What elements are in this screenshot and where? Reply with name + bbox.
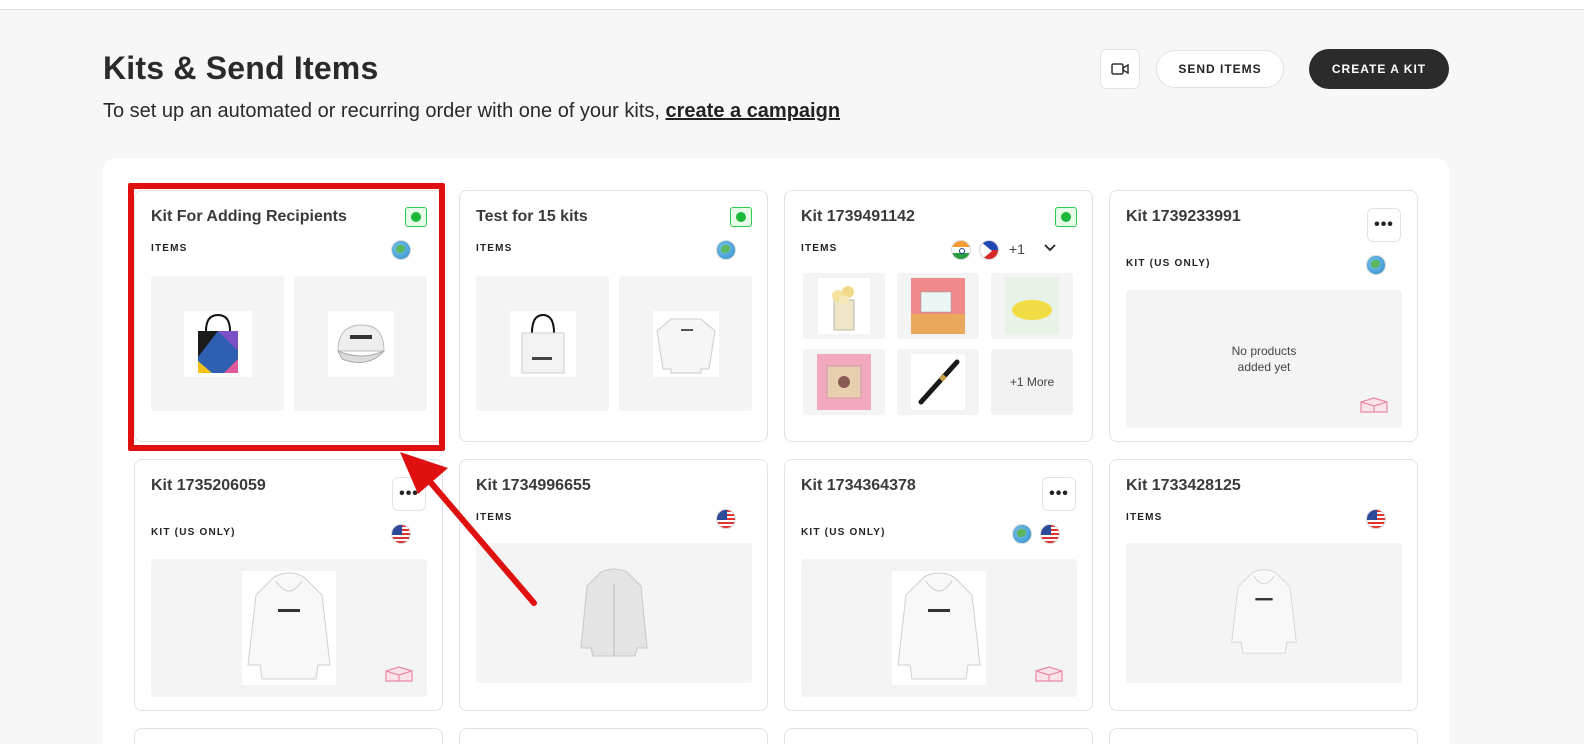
kit-type-label: KIT (US ONLY)	[1126, 258, 1211, 269]
tote-bag-icon	[183, 310, 252, 377]
kit-type-label: ITEMS	[801, 243, 838, 254]
product-thumb-tote[interactable]	[151, 276, 284, 411]
product-thumb-jacket[interactable]	[476, 543, 752, 683]
kit-title: Kit 1734364378	[801, 477, 916, 494]
product-thumb-eye-mask[interactable]	[991, 273, 1073, 339]
product-thumb-tote[interactable]	[476, 276, 609, 411]
kit-card[interactable]: Kit 1739491142 ITEMS +1 +1 More	[784, 190, 1093, 442]
more-options-button[interactable]: •••	[1367, 208, 1401, 242]
kit-type-label: ITEMS	[151, 243, 188, 254]
chevron-down-icon[interactable]	[1043, 240, 1057, 257]
kit-title: Test for 15 kits	[476, 208, 588, 225]
page-title: Kits & Send Items	[103, 50, 379, 86]
kit-type-label: KIT (US ONLY)	[151, 527, 236, 538]
kit-card[interactable]	[459, 728, 768, 744]
product-thumb-gift-card[interactable]	[897, 273, 979, 339]
kit-card[interactable]	[1109, 728, 1418, 744]
eye-mask-icon	[1005, 278, 1059, 334]
globe-icon	[716, 240, 736, 260]
more-options-button[interactable]: •••	[392, 477, 426, 511]
ellipsis-icon: •••	[1374, 216, 1394, 233]
philippines-flag-icon	[979, 240, 999, 260]
gift-card-icon	[911, 278, 965, 334]
us-flag-icon	[1366, 509, 1386, 529]
product-thumb-hoodie[interactable]	[1126, 543, 1402, 683]
kit-card[interactable]: Kit 1733428125 ITEMS	[1109, 459, 1418, 711]
kit-type-label: ITEMS	[476, 243, 513, 254]
kit-card[interactable]: Kit 1734364378 ••• KIT (US ONLY)	[784, 459, 1093, 711]
tote-bag-icon	[509, 310, 576, 377]
send-items-button[interactable]: SEND ITEMS	[1156, 50, 1284, 88]
create-campaign-link[interactable]: create a campaign	[666, 100, 841, 122]
active-status-icon[interactable]	[1055, 207, 1077, 227]
kit-type-label: ITEMS	[476, 512, 513, 523]
kit-title: Kit 1735206059	[151, 477, 266, 494]
us-flag-icon	[716, 509, 736, 529]
globe-icon	[391, 240, 411, 260]
gift-box-icon	[817, 354, 871, 410]
product-thumb-popcorn[interactable]	[803, 273, 885, 339]
package-icon	[1360, 397, 1388, 413]
us-flag-icon	[1040, 524, 1060, 544]
kit-title: Kit For Adding Recipients	[151, 208, 347, 225]
active-status-icon[interactable]	[730, 207, 752, 227]
kit-card[interactable]: Test for 15 kits ITEMS	[459, 190, 768, 442]
video-tutorial-button[interactable]	[1100, 49, 1140, 89]
kit-card[interactable]: Kit For Adding Recipients ITEMS	[134, 190, 443, 442]
more-products-button[interactable]: +1 More	[991, 349, 1073, 415]
hoodie-icon	[1231, 569, 1297, 654]
hoodie-icon	[892, 571, 986, 685]
kit-card[interactable]: Kit 1735206059 ••• KIT (US ONLY)	[134, 459, 443, 711]
jacket-icon	[580, 568, 648, 657]
product-thumb-gift-box[interactable]	[803, 349, 885, 415]
popcorn-icon	[818, 278, 870, 334]
ellipsis-icon: •••	[399, 485, 419, 502]
kit-type-label: KIT (US ONLY)	[801, 527, 886, 538]
cap-icon	[327, 310, 394, 377]
kit-card[interactable]	[134, 728, 443, 744]
kit-title: Kit 1739491142	[801, 208, 915, 225]
kit-title: Kit 1733428125	[1126, 477, 1241, 494]
kit-card[interactable]: Kit 1734996655 ITEMS	[459, 459, 768, 711]
package-icon	[1035, 666, 1063, 682]
ellipsis-icon: •••	[1049, 485, 1069, 502]
video-camera-icon	[1111, 63, 1129, 75]
product-thumb-sweatshirt[interactable]	[619, 276, 752, 411]
package-icon	[385, 666, 413, 682]
active-status-icon[interactable]	[405, 207, 427, 227]
india-flag-icon	[951, 240, 971, 260]
region-more-count: +1	[1009, 241, 1025, 257]
empty-products-text: No products added yet	[1231, 344, 1297, 374]
kit-card[interactable]: Kit 1739233991 ••• KIT (US ONLY) No prod…	[1109, 190, 1418, 442]
page-subtitle: To set up an automated or recurring orde…	[103, 100, 840, 123]
kit-type-label: ITEMS	[1126, 512, 1163, 523]
sweatshirt-icon	[652, 310, 719, 377]
globe-icon	[1366, 255, 1386, 275]
create-kit-button[interactable]: CREATE A KIT	[1309, 49, 1449, 89]
pen-icon	[911, 354, 965, 410]
kit-title: Kit 1734996655	[476, 477, 591, 494]
kit-title: Kit 1739233991	[1126, 208, 1241, 225]
product-thumb-pen[interactable]	[897, 349, 979, 415]
hoodie-icon	[242, 571, 336, 685]
product-thumb-cap[interactable]	[294, 276, 427, 411]
us-flag-icon	[391, 524, 411, 544]
globe-icon	[1012, 524, 1032, 544]
kit-card[interactable]	[784, 728, 1093, 744]
top-bar	[0, 0, 1584, 10]
subtitle-text: To set up an automated or recurring orde…	[103, 100, 666, 122]
more-options-button[interactable]: •••	[1042, 477, 1076, 511]
